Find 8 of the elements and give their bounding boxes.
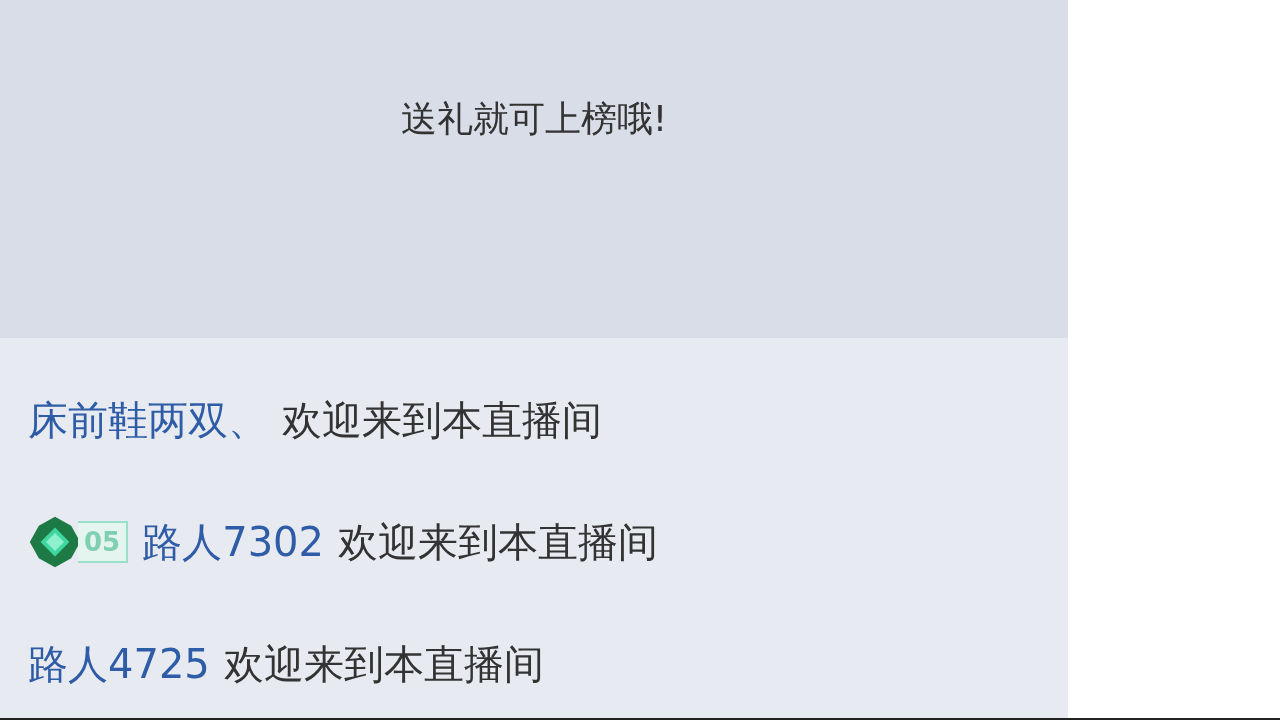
message-text: 欢迎来到本直播间 bbox=[223, 639, 544, 689]
message-text: 欢迎来到本直播间 bbox=[338, 517, 658, 567]
username[interactable]: 路人7302 bbox=[142, 514, 324, 570]
message-text: 欢迎来到本直播间 bbox=[282, 395, 602, 445]
username[interactable]: 床前鞋两双、 bbox=[28, 392, 268, 448]
empty-rank-text: 送礼就可上榜哦! bbox=[400, 97, 668, 141]
username[interactable]: 路人4725 bbox=[28, 636, 210, 692]
level-badge: 05 bbox=[28, 515, 129, 569]
